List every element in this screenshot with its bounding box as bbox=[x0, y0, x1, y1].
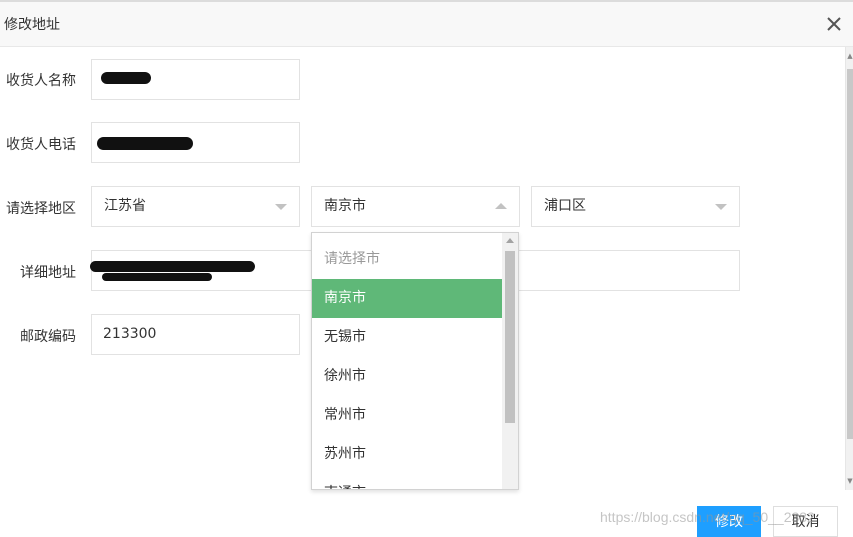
scroll-up-icon[interactable]: ▲ bbox=[846, 51, 853, 61]
district-value: 浦口区 bbox=[544, 198, 586, 214]
redaction-mark bbox=[102, 273, 212, 281]
scroll-thumb[interactable] bbox=[847, 69, 853, 439]
dropdown-scroll-thumb[interactable] bbox=[505, 251, 515, 423]
receiver-phone-input[interactable] bbox=[91, 122, 300, 163]
city-value: 南京市 bbox=[324, 198, 366, 214]
province-select[interactable]: 江苏省 bbox=[91, 186, 300, 227]
dialog-title: 修改地址 bbox=[4, 17, 60, 33]
city-option[interactable]: 苏州市 bbox=[312, 435, 502, 474]
redaction-mark bbox=[101, 72, 151, 84]
top-strip bbox=[0, 0, 853, 2]
dropdown-scrollbar[interactable] bbox=[502, 233, 518, 489]
chevron-up-icon bbox=[495, 203, 507, 209]
receiver-name-label: 收货人名称 bbox=[6, 73, 76, 89]
city-option[interactable]: 常州市 bbox=[312, 396, 502, 435]
redaction-mark bbox=[97, 137, 193, 150]
postal-code-label: 邮政编码 bbox=[20, 329, 76, 345]
receiver-name-input[interactable] bbox=[91, 59, 300, 100]
close-icon[interactable] bbox=[823, 13, 845, 35]
city-option[interactable]: 南京市 bbox=[312, 279, 502, 318]
dialog-header: 修改地址 bbox=[0, 0, 853, 47]
province-value: 江苏省 bbox=[104, 198, 146, 214]
edit-address-dialog: 修改地址 ▲ ▼ 收货人名称 收货人电话 请选择地区 江苏省 南京市 浦口区 详… bbox=[0, 0, 853, 537]
city-option[interactable]: 徐州市 bbox=[312, 357, 502, 396]
city-option-placeholder[interactable]: 请选择市 bbox=[312, 240, 502, 279]
scroll-down-icon[interactable]: ▼ bbox=[846, 476, 853, 486]
scroll-up-icon[interactable] bbox=[506, 238, 514, 243]
city-option[interactable]: 无锡市 bbox=[312, 318, 502, 357]
receiver-phone-label: 收货人电话 bbox=[6, 137, 76, 153]
district-select[interactable]: 浦口区 bbox=[531, 186, 740, 227]
chevron-down-icon bbox=[715, 204, 727, 210]
city-option[interactable]: 南通市 bbox=[312, 474, 502, 489]
watermark: https://blog.csdn.net/qq_50__2332 bbox=[600, 509, 815, 525]
city-select[interactable]: 南京市 bbox=[311, 186, 520, 227]
dialog-scrollbar[interactable]: ▲ ▼ bbox=[845, 47, 853, 490]
postal-code-input[interactable]: 213300 bbox=[91, 314, 300, 355]
region-label: 请选择地区 bbox=[6, 201, 76, 217]
city-dropdown-list: 请选择市 南京市 无锡市 徐州市 常州市 苏州市 南通市 bbox=[311, 232, 519, 490]
address-label: 详细地址 bbox=[20, 265, 76, 281]
chevron-down-icon bbox=[275, 204, 287, 210]
redaction-mark bbox=[90, 261, 255, 272]
